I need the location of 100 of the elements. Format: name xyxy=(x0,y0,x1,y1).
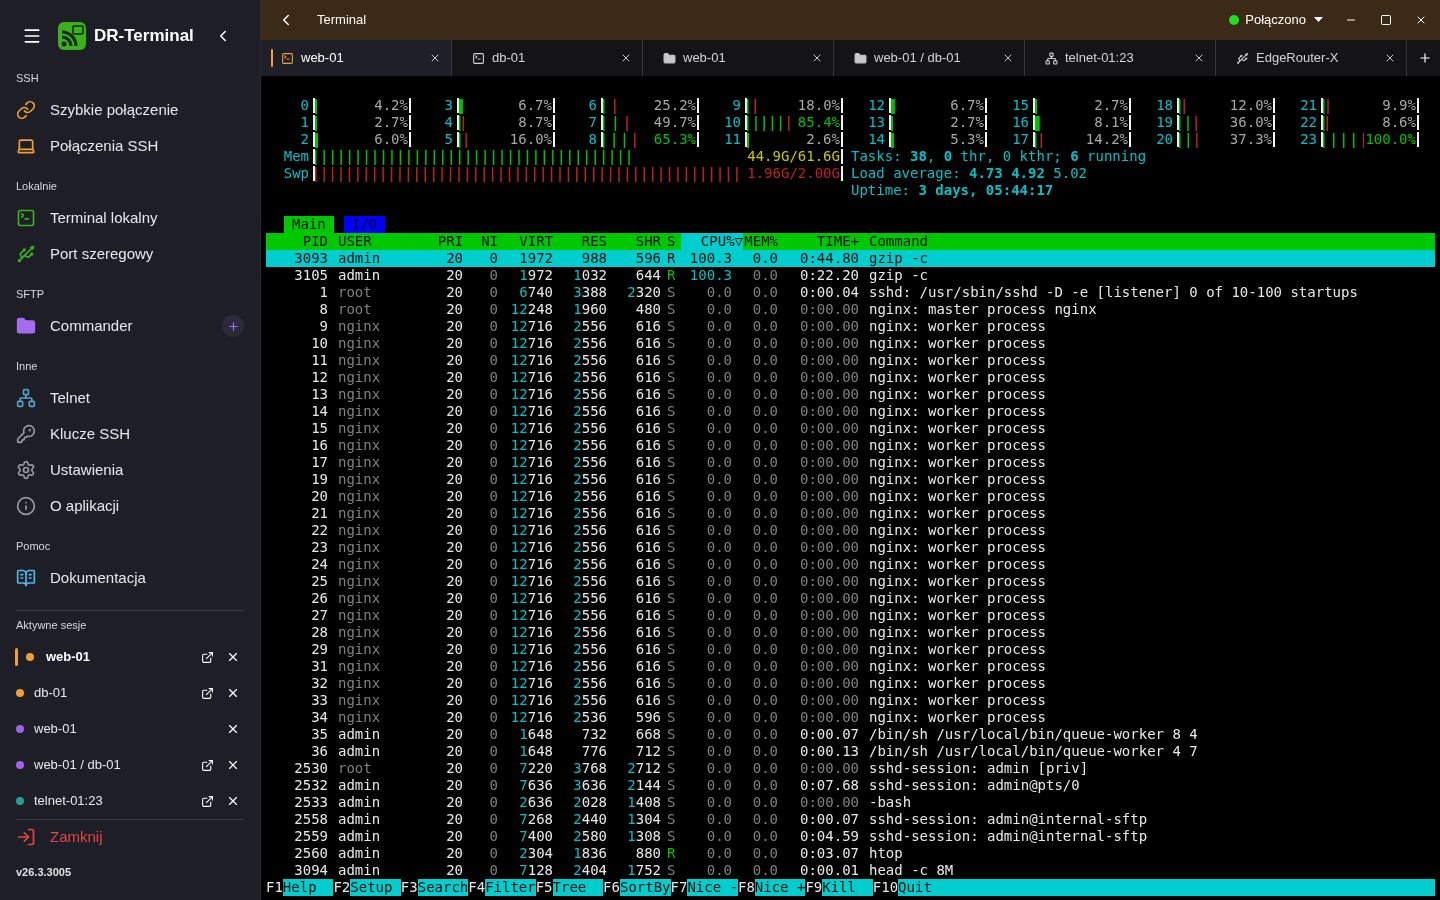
add-button[interactable] xyxy=(222,315,244,337)
table-row[interactable]: 17 nginx 20 0 12716 2556 616 S 0.0 0.0 0:00.00 nginx: worker process xyxy=(266,454,1435,471)
close-app-button[interactable]: Zamknij xyxy=(16,820,244,854)
status-label[interactable]: Połączono xyxy=(1245,10,1306,30)
function-key-action[interactable]: Nice - xyxy=(687,879,738,896)
table-cell: 12 xyxy=(311,369,328,385)
function-key-action[interactable]: Search xyxy=(417,879,469,896)
column-header[interactable]: Command xyxy=(859,233,1435,250)
table-row[interactable]: 2533 admin 20 0 2636 2028 1408 S 0.0 0.0 0:00.00 -bash xyxy=(266,794,1435,811)
table-row[interactable]: 24 nginx 20 0 12716 2556 616 S 0.0 0.0 0:00.00 nginx: worker process xyxy=(266,556,1435,573)
table-row[interactable]: 32 nginx 20 0 12716 2556 616 S 0.0 0.0 0:00.00 nginx: worker process xyxy=(266,675,1435,692)
close-icon[interactable] xyxy=(226,758,240,772)
function-key-action[interactable]: Quit xyxy=(898,879,1435,896)
session-item[interactable]: web-01 xyxy=(16,711,244,747)
table-row[interactable]: 35 admin 20 0 1648 732 668 S 0.0 0.0 0:00.07 /bin/sh /usr/local/bin/queue-worker 8 4 xyxy=(266,726,1435,743)
table-row[interactable]: 15 nginx 20 0 12716 2556 616 S 0.0 0.0 0:00.00 nginx: worker process xyxy=(266,420,1435,437)
nav-item[interactable]: Ustawienia xyxy=(16,452,244,488)
close-icon[interactable] xyxy=(226,794,240,808)
column-header[interactable]: SHR xyxy=(607,233,661,250)
table-row[interactable]: 13 nginx 20 0 12716 2556 616 S 0.0 0.0 0:00.00 nginx: worker process xyxy=(266,386,1435,403)
column-header[interactable]: CPU%▽ xyxy=(681,233,743,250)
table-row[interactable]: 2559 admin 20 0 7400 2580 1308 S 0.0 0.0 0:04.59 sshd-session: admin@internal-sftp xyxy=(266,828,1435,845)
nav-item[interactable]: Terminal lokalny xyxy=(16,200,244,236)
nav-item[interactable]: Szybkie połączenie xyxy=(16,92,244,128)
close-icon[interactable] xyxy=(1002,52,1014,64)
column-header[interactable]: PID xyxy=(266,233,328,250)
table-row[interactable]: 2560 admin 20 0 2304 1836 880 R 0.0 0.0 0:03.07 htop xyxy=(266,845,1435,862)
column-header[interactable]: TIME+ xyxy=(778,233,859,250)
function-key-action[interactable]: Help xyxy=(282,879,334,896)
popout-icon[interactable] xyxy=(201,686,214,700)
table-row[interactable]: 21 nginx 20 0 12716 2556 616 S 0.0 0.0 0:00.00 nginx: worker process xyxy=(266,505,1435,522)
session-item[interactable]: telnet-01:23 xyxy=(16,783,244,819)
table-row[interactable]: 31 nginx 20 0 12716 2556 616 S 0.0 0.0 0:00.00 nginx: worker process xyxy=(266,658,1435,675)
table-row[interactable]: 10 nginx 20 0 12716 2556 616 S 0.0 0.0 0:00.00 nginx: worker process xyxy=(266,335,1435,352)
table-row[interactable]: 2532 admin 20 0 7636 3636 2144 S 0.0 0.0 0:07.68 sshd-session: admin@pts/0 xyxy=(266,777,1435,794)
column-header[interactable]: RES xyxy=(553,233,607,250)
table-row[interactable]: 27 nginx 20 0 12716 2556 616 S 0.0 0.0 0:00.00 nginx: worker process xyxy=(266,607,1435,624)
table-row[interactable]: 3093 admin 20 0 1972 988 596 R 100.3 0.0 0:44.80 gzip -c xyxy=(266,250,1435,267)
function-key-action[interactable]: Nice + xyxy=(754,879,806,896)
table-row[interactable]: 8 root 20 0 12248 1960 480 S 0.0 0.0 0:00.00 nginx: master process nginx xyxy=(266,301,1435,318)
column-header[interactable]: MEM% xyxy=(743,233,778,250)
nav-item[interactable]: O aplikacji xyxy=(16,488,244,524)
table-row[interactable]: 34 nginx 20 0 12716 2536 596 S 0.0 0.0 0:00.00 nginx: worker process xyxy=(266,709,1435,726)
close-icon[interactable] xyxy=(1193,52,1205,64)
nav-item[interactable]: Commander xyxy=(16,308,244,344)
table-row[interactable]: 9 nginx 20 0 12716 2556 616 S 0.0 0.0 0:00.00 nginx: worker process xyxy=(266,318,1435,335)
nav-item[interactable]: Port szeregowy xyxy=(16,236,244,272)
table-row[interactable]: 19 nginx 20 0 12716 2556 616 S 0.0 0.0 0:00.00 nginx: worker process xyxy=(266,471,1435,488)
column-header[interactable]: USER xyxy=(328,233,421,250)
close-icon[interactable] xyxy=(226,722,240,736)
close-icon[interactable] xyxy=(1384,52,1396,64)
close-icon[interactable] xyxy=(226,650,240,664)
table-row[interactable]: 2558 admin 20 0 7268 2440 1304 S 0.0 0.0 0:00.07 sshd-session: admin@internal-sftp xyxy=(266,811,1435,828)
table-row[interactable]: 3094 admin 20 0 7128 2404 1752 S 0.0 0.0 0:00.01 head -c 8M xyxy=(266,862,1435,879)
view-tab[interactable]: Main xyxy=(284,216,334,233)
function-key-action[interactable]: Kill xyxy=(822,879,873,896)
column-header[interactable]: NI xyxy=(463,233,498,250)
table-row[interactable]: 23 nginx 20 0 12716 2556 616 S 0.0 0.0 0:00.00 nginx: worker process xyxy=(266,539,1435,556)
column-header[interactable]: S xyxy=(661,233,681,250)
table-row[interactable]: 26 nginx 20 0 12716 2556 616 S 0.0 0.0 0:00.00 nginx: worker process xyxy=(266,590,1435,607)
popout-icon[interactable] xyxy=(201,758,214,772)
close-icon[interactable] xyxy=(620,52,632,64)
table-row[interactable]: 20 nginx 20 0 12716 2556 616 S 0.0 0.0 0:00.00 nginx: worker process xyxy=(266,488,1435,505)
close-icon[interactable] xyxy=(226,686,240,700)
table-row[interactable]: 29 nginx 20 0 12716 2556 616 S 0.0 0.0 0:00.00 nginx: worker process xyxy=(266,641,1435,658)
nav-item[interactable]: Dokumentacja xyxy=(16,560,244,596)
maximize-icon[interactable] xyxy=(1380,14,1392,26)
session-item[interactable]: db-01 xyxy=(16,675,244,711)
close-icon[interactable] xyxy=(811,52,823,64)
session-item[interactable]: web-01 xyxy=(16,639,244,675)
table-row[interactable]: 36 admin 20 0 1648 776 712 S 0.0 0.0 0:00.13 /bin/sh /usr/local/bin/queue-worker 4 7 xyxy=(266,743,1435,760)
table-row[interactable]: 22 nginx 20 0 12716 2556 616 S 0.0 0.0 0:00.00 nginx: worker process xyxy=(266,522,1435,539)
menu-icon[interactable] xyxy=(22,26,42,46)
table-row[interactable]: 3105 admin 20 0 1972 1032 644 R 100.3 0.0 0:22.20 gzip -c xyxy=(266,267,1435,284)
table-cell: 33 xyxy=(311,692,328,708)
table-row[interactable]: 16 nginx 20 0 12716 2556 616 S 0.0 0.0 0:00.00 nginx: worker process xyxy=(266,437,1435,454)
popout-icon[interactable] xyxy=(201,794,214,808)
close-icon[interactable] xyxy=(1415,14,1427,26)
column-header[interactable]: VIRT xyxy=(498,233,553,250)
close-icon[interactable] xyxy=(429,52,441,64)
tab[interactable]: web-01 xyxy=(261,40,452,76)
nav-item[interactable]: Klucze SSH xyxy=(16,416,244,452)
table-row[interactable]: 28 nginx 20 0 12716 2556 616 S 0.0 0.0 0:00.00 nginx: worker process xyxy=(266,624,1435,641)
nav-item[interactable]: Telnet xyxy=(16,380,244,416)
table-row[interactable]: 2530 root 20 0 7220 3768 2712 S 0.0 0.0 0:00.00 sshd-session: admin [priv] xyxy=(266,760,1435,777)
function-key-action[interactable]: Setup xyxy=(350,879,401,896)
nav-item[interactable]: Połączenia SSH xyxy=(16,128,244,164)
table-row[interactable]: 33 nginx 20 0 12716 2556 616 S 0.0 0.0 0:00.00 nginx: worker process xyxy=(266,692,1435,709)
function-key-action[interactable]: SortBy xyxy=(619,879,671,896)
table-row[interactable]: 25 nginx 20 0 12716 2556 616 S 0.0 0.0 0:00.00 nginx: worker process xyxy=(266,573,1435,590)
caret-icon[interactable] xyxy=(1314,17,1323,23)
table-row[interactable]: 12 nginx 20 0 12716 2556 616 S 0.0 0.0 0:00.00 nginx: worker process xyxy=(266,369,1435,386)
new-tab-icon[interactable] xyxy=(1418,51,1432,65)
session-item[interactable]: web-01 / db-01 xyxy=(16,747,244,783)
table-row[interactable]: 1 root 20 0 6740 3388 2320 S 0.0 0.0 0:00.04 sshd: /usr/sbin/sshd -D -e [listener] 0 of 10-100 startups xyxy=(266,284,1435,301)
popout-icon[interactable] xyxy=(201,650,214,664)
function-key-action[interactable]: Filter xyxy=(485,879,536,896)
table-row[interactable]: 11 nginx 20 0 12716 2556 616 S 0.0 0.0 0:00.00 nginx: worker process xyxy=(266,352,1435,369)
table-row[interactable]: 14 nginx 20 0 12716 2556 616 S 0.0 0.0 0:00.00 nginx: worker process xyxy=(266,403,1435,420)
column-header[interactable]: PRI xyxy=(421,233,463,250)
